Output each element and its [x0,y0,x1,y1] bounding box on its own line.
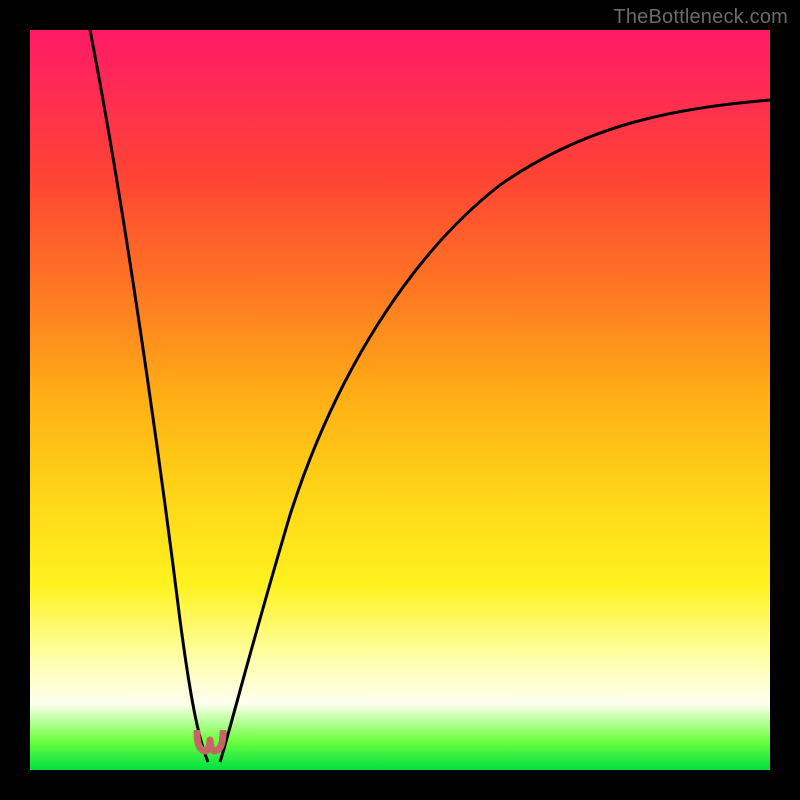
bottleneck-curve [30,30,770,770]
curve-right-branch [220,100,770,762]
curve-left-branch [90,30,208,762]
outer-black-frame: TheBottleneck.com [0,0,800,800]
watermark-text: TheBottleneck.com [613,6,788,29]
